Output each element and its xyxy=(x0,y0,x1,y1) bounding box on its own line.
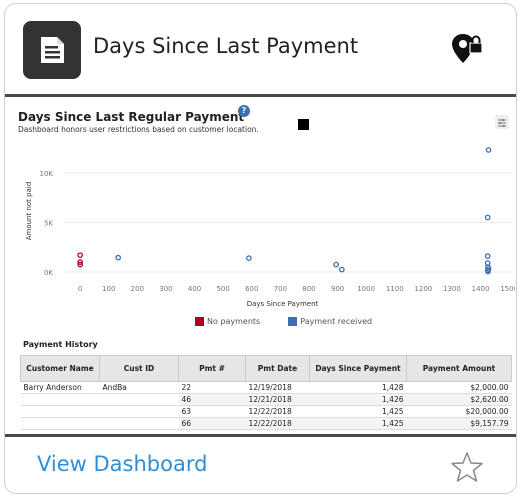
x-tick-label: 1500 xyxy=(500,285,515,293)
table-cell: 66 xyxy=(178,417,246,430)
column-header: Pmt Date xyxy=(245,355,310,382)
x-tick-label: 0 xyxy=(78,285,82,293)
column-header: Cust ID xyxy=(99,355,179,382)
x-tick-label: 1000 xyxy=(357,285,375,293)
column-header: Days Since Payment xyxy=(309,355,407,382)
scatter-point[interactable] xyxy=(484,214,491,221)
table-cell: 1,425 xyxy=(309,417,407,430)
scatter-point[interactable] xyxy=(485,147,492,153)
column-header: Payment Amount xyxy=(406,355,512,382)
column-header: Pmt # xyxy=(178,355,246,382)
document-icon xyxy=(23,21,81,79)
x-tick-label: 500 xyxy=(216,285,229,293)
table-cell: AndBa xyxy=(99,381,179,394)
table-cell xyxy=(99,405,179,418)
x-tick-label: 400 xyxy=(188,285,201,293)
x-tick-label: 1300 xyxy=(443,285,461,293)
y-tick-label: 5K xyxy=(44,219,53,227)
legend-swatch xyxy=(288,317,298,326)
table-cell: $9,157.79 xyxy=(406,417,512,430)
table-cell: 12/21/2018 xyxy=(245,393,310,406)
table-cell: 1,426 xyxy=(309,393,407,406)
card-title: Days Since Last Payment xyxy=(93,34,359,58)
x-tick-label: 600 xyxy=(245,285,258,293)
legend-label: No payments xyxy=(207,317,261,326)
footer-divider xyxy=(5,434,516,437)
x-tick-label: 100 xyxy=(102,285,115,293)
y-axis-label: Amount not paid xyxy=(25,182,33,241)
scatter-point[interactable] xyxy=(246,255,252,261)
table-cell xyxy=(20,405,100,418)
table-row[interactable]: 66 12/22/2018 1,425 $9,157.79 xyxy=(20,417,512,430)
location-lock-icon xyxy=(451,32,485,70)
x-tick-label: 700 xyxy=(274,285,287,293)
view-dashboard-link[interactable]: View Dashboard xyxy=(37,452,207,476)
star-icon[interactable] xyxy=(450,450,484,488)
table-cell: $2,000.00 xyxy=(406,381,512,394)
legend-label: Payment received xyxy=(300,317,373,326)
chart-legend: No payments Payment received xyxy=(195,317,372,326)
table-cell: 1,425 xyxy=(309,405,407,418)
x-tick-label: 300 xyxy=(159,285,172,293)
y-tick-label: 0K xyxy=(44,269,53,277)
scatter-point[interactable] xyxy=(484,253,491,260)
table-cell: 22 xyxy=(178,381,246,394)
table-cell: Barry Anderson xyxy=(20,381,100,394)
scatter-chart: 10K 5K 0K 0 100 200 300 400 500 600 700 800 900 1000 1… xyxy=(25,147,515,308)
dashboard-card: Days Since Last Payment Days Since Last … xyxy=(4,3,517,494)
y-tick-label: 10K xyxy=(40,170,54,178)
scatter-point[interactable] xyxy=(333,261,339,268)
payment-history-title: Payment History xyxy=(23,340,98,349)
x-tick-label: 900 xyxy=(331,285,344,293)
payment-history-table: Customer Name Cust ID Pmt # Pmt Date Day… xyxy=(20,355,512,430)
table-cell: $20,000.00 xyxy=(406,405,512,418)
table-cell xyxy=(20,393,100,406)
table-cell xyxy=(99,417,179,430)
x-tick-label: 200 xyxy=(131,285,144,293)
table-cell xyxy=(99,393,179,406)
x-tick-label: 800 xyxy=(302,285,315,293)
table-cell: 1,428 xyxy=(309,381,407,394)
table-row[interactable]: 46 12/21/2018 1,426 $2,620.00 xyxy=(20,393,512,406)
table-cell xyxy=(20,417,100,430)
scatter-point[interactable] xyxy=(338,266,345,273)
table-cell: 12/22/2018 xyxy=(245,405,310,418)
table-cell: 63 xyxy=(178,405,246,418)
table-row[interactable]: 63 12/22/2018 1,425 $20,000.00 xyxy=(20,405,512,418)
table-header-row: Customer Name Cust ID Pmt # Pmt Date Day… xyxy=(20,355,512,382)
legend-item-payment-received[interactable]: Payment received xyxy=(288,317,372,326)
table-cell: 12/19/2018 xyxy=(245,381,310,394)
column-header: Customer Name xyxy=(20,355,100,382)
table-cell: 46 xyxy=(178,393,246,406)
table-cell: 12/22/2018 xyxy=(245,417,310,430)
legend-item-no-payments[interactable]: No payments xyxy=(195,317,260,326)
dashboard-preview[interactable]: Days Since Last Regular Payment ? Dashbo… xyxy=(15,101,515,433)
x-tick-label: 1200 xyxy=(414,285,432,293)
x-tick-label: 1400 xyxy=(472,285,490,293)
x-tick-label: 1100 xyxy=(386,285,404,293)
table-row[interactable]: Barry Anderson AndBa 22 12/19/2018 1,428 $2,0… xyxy=(20,381,512,394)
x-axis-label: Days Since Payment xyxy=(247,300,319,308)
card-header: Days Since Last Payment xyxy=(5,4,516,97)
scatter-point[interactable] xyxy=(115,254,122,261)
scatter-point[interactable] xyxy=(77,252,84,259)
table-cell: $2,620.00 xyxy=(406,393,512,406)
legend-swatch xyxy=(195,317,204,326)
